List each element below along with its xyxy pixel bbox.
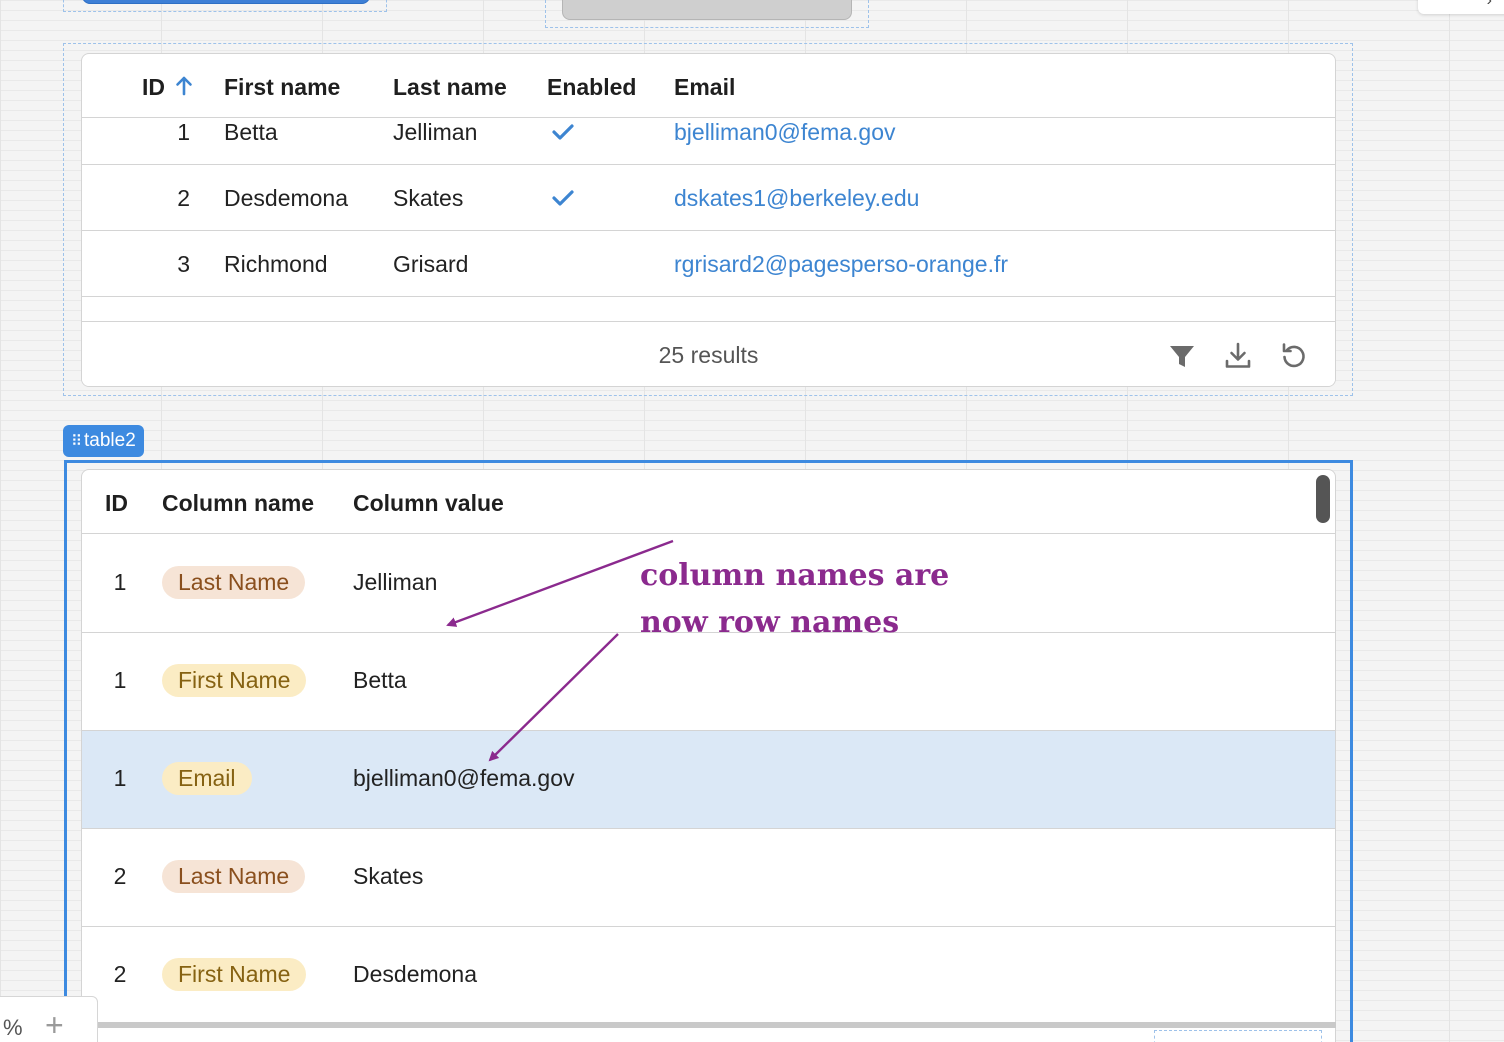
column-name-pill: First Name — [162, 664, 307, 697]
table-row[interactable]: 2 Desdemona Skates dskates1@berkeley.edu — [82, 165, 1335, 231]
cell-id: 2 — [113, 863, 127, 889]
annotation-line-1: column names are — [640, 558, 950, 593]
cell-id: 1 — [113, 765, 127, 791]
annotation-line-2: now row names — [640, 605, 900, 640]
sort-ascending-icon[interactable] — [174, 74, 194, 98]
cell-id: 1 — [177, 119, 190, 145]
top-button-partial[interactable] — [82, 0, 370, 4]
column-name-pill: Last Name — [162, 566, 306, 599]
component-label-text: table2 — [84, 430, 136, 451]
annotation-text: column names are now row names — [640, 552, 980, 646]
column-name-pill: Email — [162, 762, 252, 795]
table-row[interactable]: 2 Last Name Skates — [82, 829, 1335, 927]
cell-id: 2 — [177, 185, 190, 211]
cell-column-value: Jelliman — [353, 569, 438, 595]
cell-first-name: Richmond — [224, 251, 328, 277]
header-enabled[interactable]: Enabled — [547, 74, 636, 101]
chevron-icon: › — [1486, 0, 1492, 9]
zoom-percent: % — [3, 1015, 23, 1040]
cell-last-name: Grisard — [393, 251, 469, 277]
table-row[interactable]: 1 Betta Jelliman bjelliman0@fema.gov — [82, 119, 1335, 165]
cell-id: 2 — [113, 961, 127, 987]
table1: ID First name Last name Enabled Email 1 … — [81, 53, 1336, 387]
cell-column-value: Skates — [353, 863, 424, 889]
cell-id: 1 — [113, 667, 127, 693]
table2-footer-edge — [81, 1022, 1336, 1028]
table1-body[interactable]: 1 Betta Jelliman bjelliman0@fema.gov 2 D… — [82, 119, 1335, 321]
drag-handle-icon[interactable]: ⠿ — [71, 426, 82, 458]
header-column-value[interactable]: Column value — [353, 490, 504, 517]
cell-email-link[interactable]: rgrisard2@pagesperso-orange.fr — [674, 251, 1008, 278]
table-row[interactable]: 1 First Name Betta — [82, 633, 1335, 731]
add-icon[interactable]: + — [45, 1007, 64, 1042]
table-row[interactable]: 2 First Name Desdemona — [82, 927, 1335, 1025]
filter-icon[interactable] — [1167, 341, 1197, 371]
check-icon — [552, 124, 574, 140]
download-icon[interactable] — [1223, 341, 1253, 371]
header-id[interactable]: ID — [105, 490, 128, 517]
cell-column-value: Betta — [353, 667, 407, 693]
cell-id: 1 — [113, 569, 127, 595]
table-row-selected[interactable]: 1 Email bjelliman0@fema.gov — [82, 731, 1335, 829]
header-first-name[interactable]: First name — [224, 74, 340, 101]
reset-icon[interactable] — [1279, 341, 1309, 371]
cell-last-name: Jelliman — [393, 119, 478, 145]
header-last-name[interactable]: Last name — [393, 74, 507, 101]
header-email[interactable]: Email — [674, 74, 735, 101]
cell-email-link[interactable]: dskates1@berkeley.edu — [674, 185, 919, 212]
check-icon — [552, 190, 574, 206]
component-label-table2[interactable]: ⠿ table2 — [63, 425, 144, 457]
cell-column-value: Desdemona — [353, 961, 478, 987]
cell-last-name: Skates — [393, 185, 464, 211]
top-right-panel[interactable]: › — [1418, 0, 1504, 14]
component-frame-bottom — [1154, 1030, 1322, 1042]
top-gray-button-partial[interactable] — [562, 0, 852, 20]
scrollbar-thumb[interactable] — [1316, 475, 1330, 523]
cell-column-value: bjelliman0@fema.gov — [353, 765, 575, 791]
cell-email-link[interactable]: bjelliman0@fema.gov — [674, 119, 896, 146]
cell-first-name: Betta — [224, 119, 278, 145]
zoom-control[interactable]: % + — [0, 996, 98, 1042]
column-name-pill: Last Name — [162, 860, 306, 893]
table1-header: ID First name Last name Enabled Email — [82, 54, 1335, 118]
table2-header: ID Column name Column value — [82, 470, 1335, 534]
cell-id: 3 — [177, 251, 190, 277]
results-count: 25 results — [658, 342, 759, 368]
header-id[interactable]: ID — [142, 74, 165, 101]
table-row-partial[interactable]: · — [82, 297, 1335, 321]
column-name-pill: First Name — [162, 958, 307, 991]
header-column-name[interactable]: Column name — [162, 490, 314, 517]
table-row[interactable]: 3 Richmond Grisard rgrisard2@pagesperso-… — [82, 231, 1335, 297]
table1-footer: 25 results — [82, 321, 1335, 386]
cell-first-name: Desdemona — [224, 185, 349, 211]
